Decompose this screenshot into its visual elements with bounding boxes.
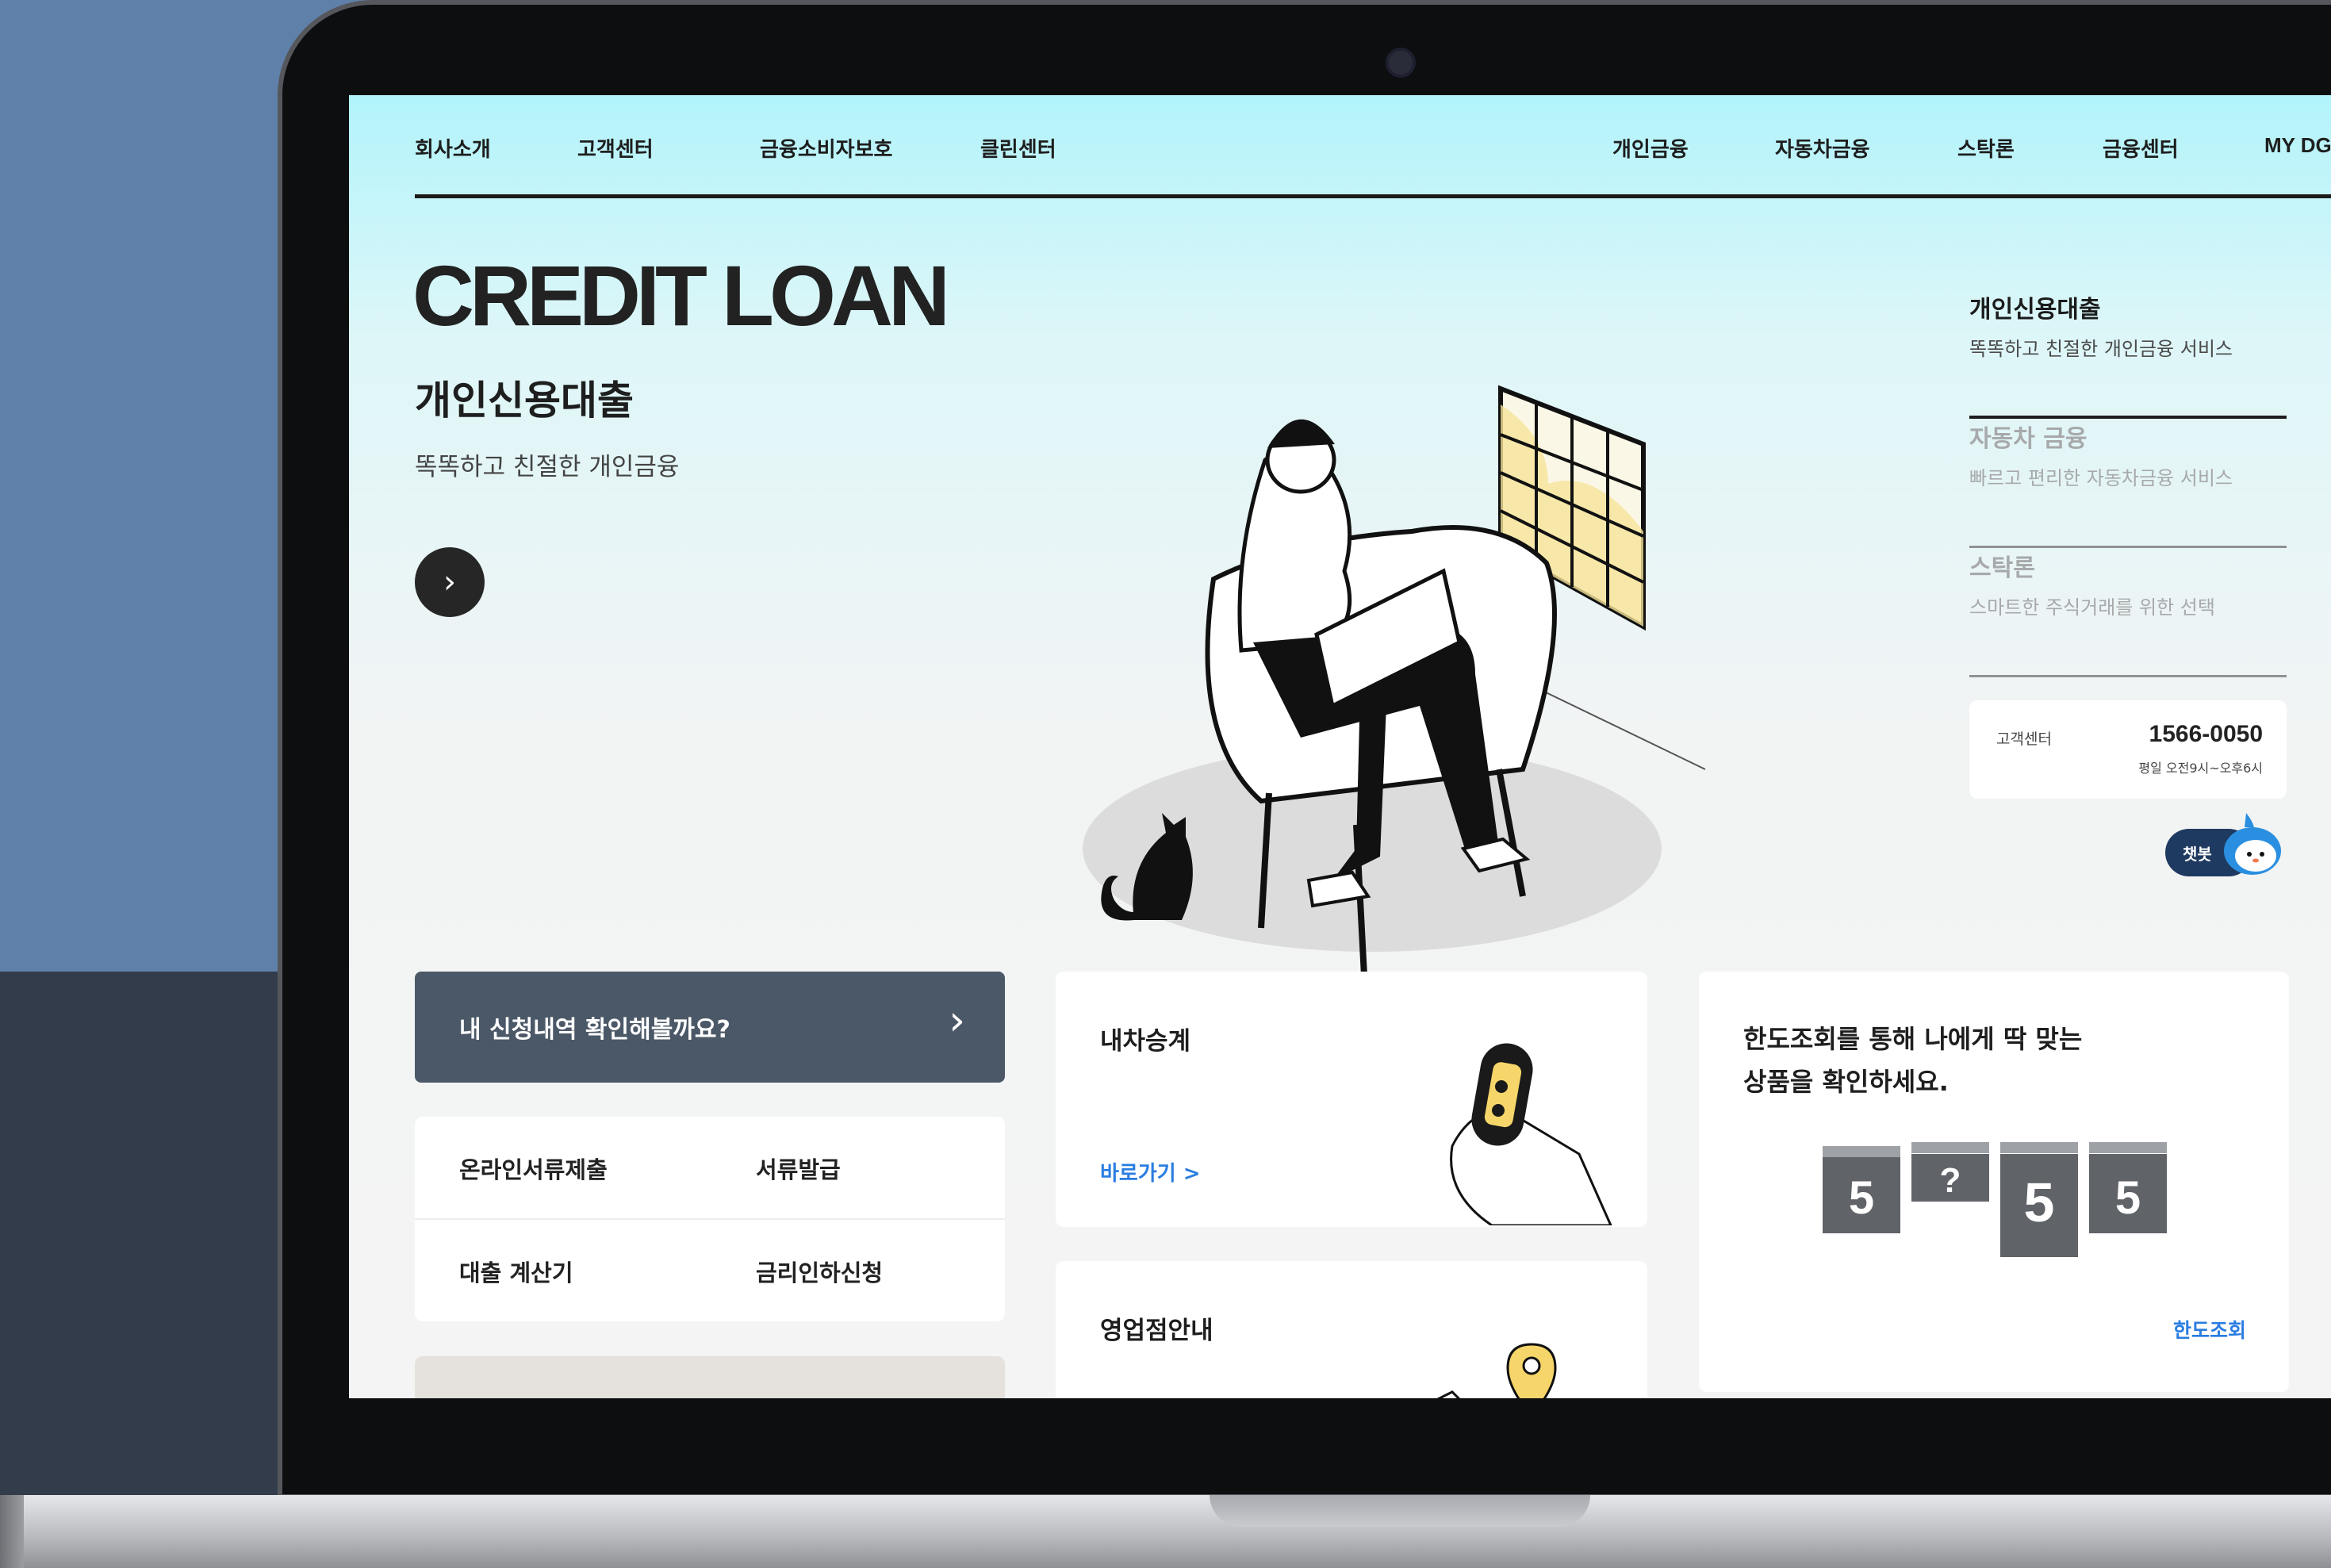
top-navigation: 회사소개 고객센터 금융소비자보호 클린센터 개인금융 자동차금융 스탁론 금융…	[415, 95, 2331, 198]
branch-info-title: 영업점안내	[1100, 1317, 1213, 1345]
car-key-icon	[1450, 1043, 1612, 1225]
promo-banner[interactable]	[415, 1356, 1005, 1398]
link-loan-calculator[interactable]: 대출 계산기	[459, 1255, 573, 1288]
side-item-title: 스탁론	[1969, 554, 2035, 582]
nav-finance-center[interactable]: 금융센터	[2103, 133, 2179, 163]
limit-inquiry-line2: 상품을 확인하세요.	[1743, 1067, 1949, 1097]
apply-history-label: 내 신청내역 확인해볼까요?	[459, 1016, 730, 1044]
chatbot-button[interactable]: 챗봇	[2165, 813, 2284, 876]
svg-text:?: ?	[1940, 1161, 1961, 1200]
chevron-right-icon: ›	[443, 564, 456, 600]
link-online-document-submit[interactable]: 온라인서류제출	[459, 1152, 608, 1185]
svg-text:5: 5	[2115, 1172, 2141, 1224]
svg-text:5: 5	[1849, 1172, 1874, 1224]
branch-info-card[interactable]: 영업점안내	[1056, 1261, 1647, 1398]
svg-text:5: 5	[2024, 1171, 2055, 1233]
limit-inquiry-text: 한도조회를 통해 나에게 딱 맞는 상품을 확인하세요.	[1743, 1018, 2156, 1103]
slot-machine-icon: 5 ? 5 5	[1823, 1142, 2167, 1257]
side-item-desc: 똑똑하고 친절한 개인금융 서비스	[1969, 338, 2233, 360]
apply-history-button[interactable]: 내 신청내역 확인해볼까요? ›	[415, 972, 1005, 1083]
quick-links: 온라인서류제출 서류발급 대출 계산기 금리인하신청	[415, 1117, 1005, 1321]
laptop-base	[24, 1495, 2331, 1568]
nav-auto-finance[interactable]: 자동차금융	[1775, 133, 1870, 163]
customer-center-box: 고객센터 1566-0050 평일 오전9시~오후6시	[1969, 700, 2287, 799]
limit-inquiry-link[interactable]: 한도조회	[2173, 1315, 2246, 1344]
car-succession-card[interactable]: 내차승계 바로가기 >	[1056, 972, 1647, 1227]
link-rate-reduction-request[interactable]: 금리인하신청	[756, 1255, 883, 1288]
map-pin-icon	[1436, 1343, 1557, 1398]
side-item-credit-loan[interactable]: 개인신용대출 똑똑하고 친절한 개인금융 서비스	[1969, 289, 2287, 419]
customer-center-hours: 평일 오전9시~오후6시	[2138, 761, 2263, 776]
nav-customer-center[interactable]: 고객센터	[577, 133, 654, 163]
customer-center-label: 고객센터	[1996, 730, 2052, 748]
car-succession-title: 내차승계	[1100, 1027, 1191, 1056]
link-document-issue[interactable]: 서류발급	[756, 1152, 841, 1185]
nav-stock-loan[interactable]: 스탁론	[1957, 133, 2015, 163]
customer-center-phone[interactable]: 1566-0050	[2149, 721, 2263, 748]
side-item-title: 자동차 금융	[1969, 425, 2088, 453]
camera-icon	[1386, 48, 1416, 78]
limit-inquiry-card[interactable]: 한도조회를 통해 나에게 딱 맞는 상품을 확인하세요. 5 ? 5 5 한도조…	[1699, 972, 2289, 1392]
hero-subtitle: 개인신용대출	[415, 378, 634, 424]
hero-illustration	[1083, 385, 1706, 976]
nav-clean-center[interactable]: 클린센터	[980, 133, 1056, 163]
side-item-desc: 스마트한 주식거래를 위한 선택	[1969, 596, 2215, 619]
browser-screen: 회사소개 고객센터 금융소비자보호 클린센터 개인금융 자동차금융 스탁론 금융…	[349, 95, 2331, 1398]
side-item-desc: 빠르고 편리한 자동차금융 서비스	[1969, 467, 2233, 489]
hero-next-button[interactable]: ›	[415, 547, 485, 617]
hero-title: CREDIT LOAN	[412, 247, 950, 343]
nav-personal-finance[interactable]: 개인금융	[1612, 133, 1689, 163]
nav-my-dgb[interactable]: MY DGB	[2264, 133, 2331, 158]
nav-consumer-protection[interactable]: 금융소비자보호	[760, 133, 892, 163]
laptop-notch	[1210, 1495, 1590, 1527]
side-item-stock-loan[interactable]: 스탁론 스마트한 주식거래를 위한 선택	[1969, 548, 2287, 677]
side-item-title: 개인신용대출	[1969, 296, 2101, 324]
car-succession-link[interactable]: 바로가기 >	[1100, 1157, 1201, 1187]
hero-description: 똑똑하고 친절한 개인금융	[415, 453, 680, 481]
chevron-right-icon: ›	[949, 997, 965, 1045]
limit-inquiry-line1: 한도조회를 통해 나에게 딱 맞는	[1743, 1024, 2083, 1054]
chatbot-mascot-icon	[2224, 813, 2281, 875]
side-item-auto-finance[interactable]: 자동차 금융 빠르고 편리한 자동차금융 서비스	[1969, 419, 2287, 548]
divider	[415, 1218, 1005, 1220]
nav-company[interactable]: 회사소개	[415, 133, 491, 163]
